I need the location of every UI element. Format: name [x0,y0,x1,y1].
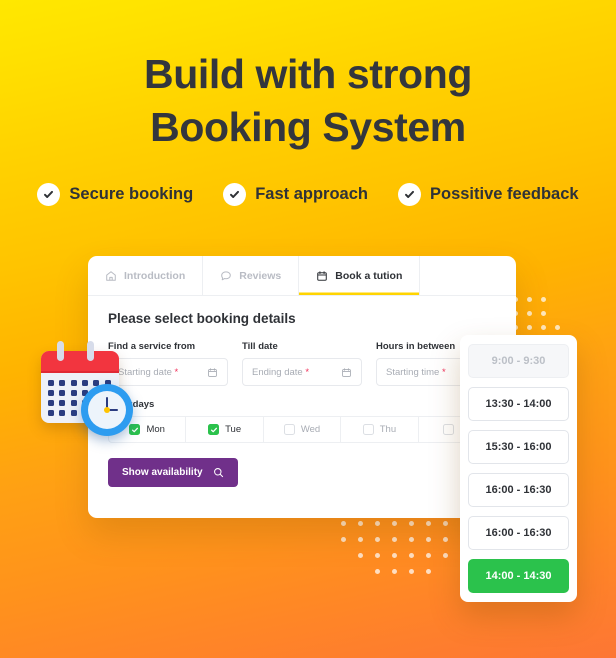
calendar-icon [316,270,328,282]
weekday-label: Wed [300,424,321,435]
show-availability-label: Show availability [122,467,203,478]
calendar-ring [57,341,64,361]
weekday-section-label: Weekdays [108,399,496,410]
weekday-wed[interactable]: Wed [264,417,342,442]
feature-item-secure-booking: Secure booking [37,183,193,206]
tab-introduction[interactable]: Introduction [88,256,204,295]
time-slot-option-selected[interactable]: 14:00 - 14:30 [468,559,569,593]
weekday-thu[interactable]: Thu [341,417,419,442]
tab-label: Book a tution [335,269,403,282]
calendar-clock-illustration [29,341,133,441]
calendar-ring [87,341,94,361]
tab-bar: Introduction Reviews Book a tution [88,256,516,296]
clock-graphic [81,384,133,436]
clock-center-pivot [104,407,110,413]
weekday-tue[interactable]: Tue [186,417,264,442]
checkbox-unchecked-icon [283,424,295,435]
calendar-icon [207,367,218,378]
feature-item-possitive-feedback: Possitive feedback [397,183,579,206]
field-label: Till date [242,341,278,352]
check-circle-icon [37,183,61,206]
headline-line-1: Build with strong [144,51,472,97]
weekday-label: Tue [225,424,242,435]
feature-label: Fast approach [255,185,368,203]
check-circle-icon [397,183,421,206]
chat-bubble-icon [220,270,232,282]
search-icon [213,467,224,478]
checkbox-unchecked-icon [362,424,374,435]
weekday-selector: Mon Tue Wed Thu Fri [108,416,496,443]
checkbox-unchecked-icon [442,424,454,435]
tab-reviews[interactable]: Reviews [203,256,300,295]
field-placeholder: Starting time * [386,366,446,378]
hero-banner: Build with strong Booking System Secure … [0,0,616,658]
booking-form: Please select booking details Find a ser… [88,296,516,487]
tab-book-a-tution[interactable]: Book a tution [299,256,421,295]
clock-face [88,391,126,429]
time-slot-option[interactable]: 9:00 - 9:30 [468,344,569,378]
weekday-label: Mon [146,424,165,435]
page-title: Build with strong Booking System [0,48,616,155]
weekday-label: Thu [379,424,397,435]
home-icon [105,270,117,282]
decorative-dot-grid-bottom [341,521,465,574]
time-slot-option[interactable]: 16:00 - 16:30 [468,516,569,550]
tab-label: Reviews [239,269,282,282]
feature-label: Secure booking [69,185,194,203]
time-slot-option[interactable]: 16:00 - 16:30 [468,473,569,507]
time-slot-option[interactable]: 13:30 - 14:00 [468,387,569,421]
tab-label: Introduction [124,269,186,282]
field-till-date: Till date Ending date * [242,341,362,386]
feature-item-fast-approach: Fast approach [223,183,368,206]
tab-bar-filler [420,256,516,295]
field-placeholder: Ending date * [252,366,310,378]
feature-label: Possitive feedback [429,185,579,203]
calendar-header-band [41,351,119,373]
check-circle-icon [223,183,247,206]
calendar-icon [341,367,352,378]
feature-list: Secure booking Fast approach Possitive f… [0,183,616,206]
time-slot-option[interactable]: 15:30 - 16:00 [468,430,569,464]
ending-date-input[interactable]: Ending date * [242,358,362,386]
booking-card: Introduction Reviews Book a tution Pleas… [88,256,516,518]
form-title: Please select booking details [108,311,296,326]
checkbox-checked-icon [208,424,220,435]
show-availability-button[interactable]: Show availability [108,458,238,487]
date-field-row: Find a service from Starting date * Till… [108,341,496,386]
headline-line-2: Booking System [150,104,466,151]
time-slot-panel: 9:00 - 9:30 13:30 - 14:00 15:30 - 16:00 … [460,335,577,602]
